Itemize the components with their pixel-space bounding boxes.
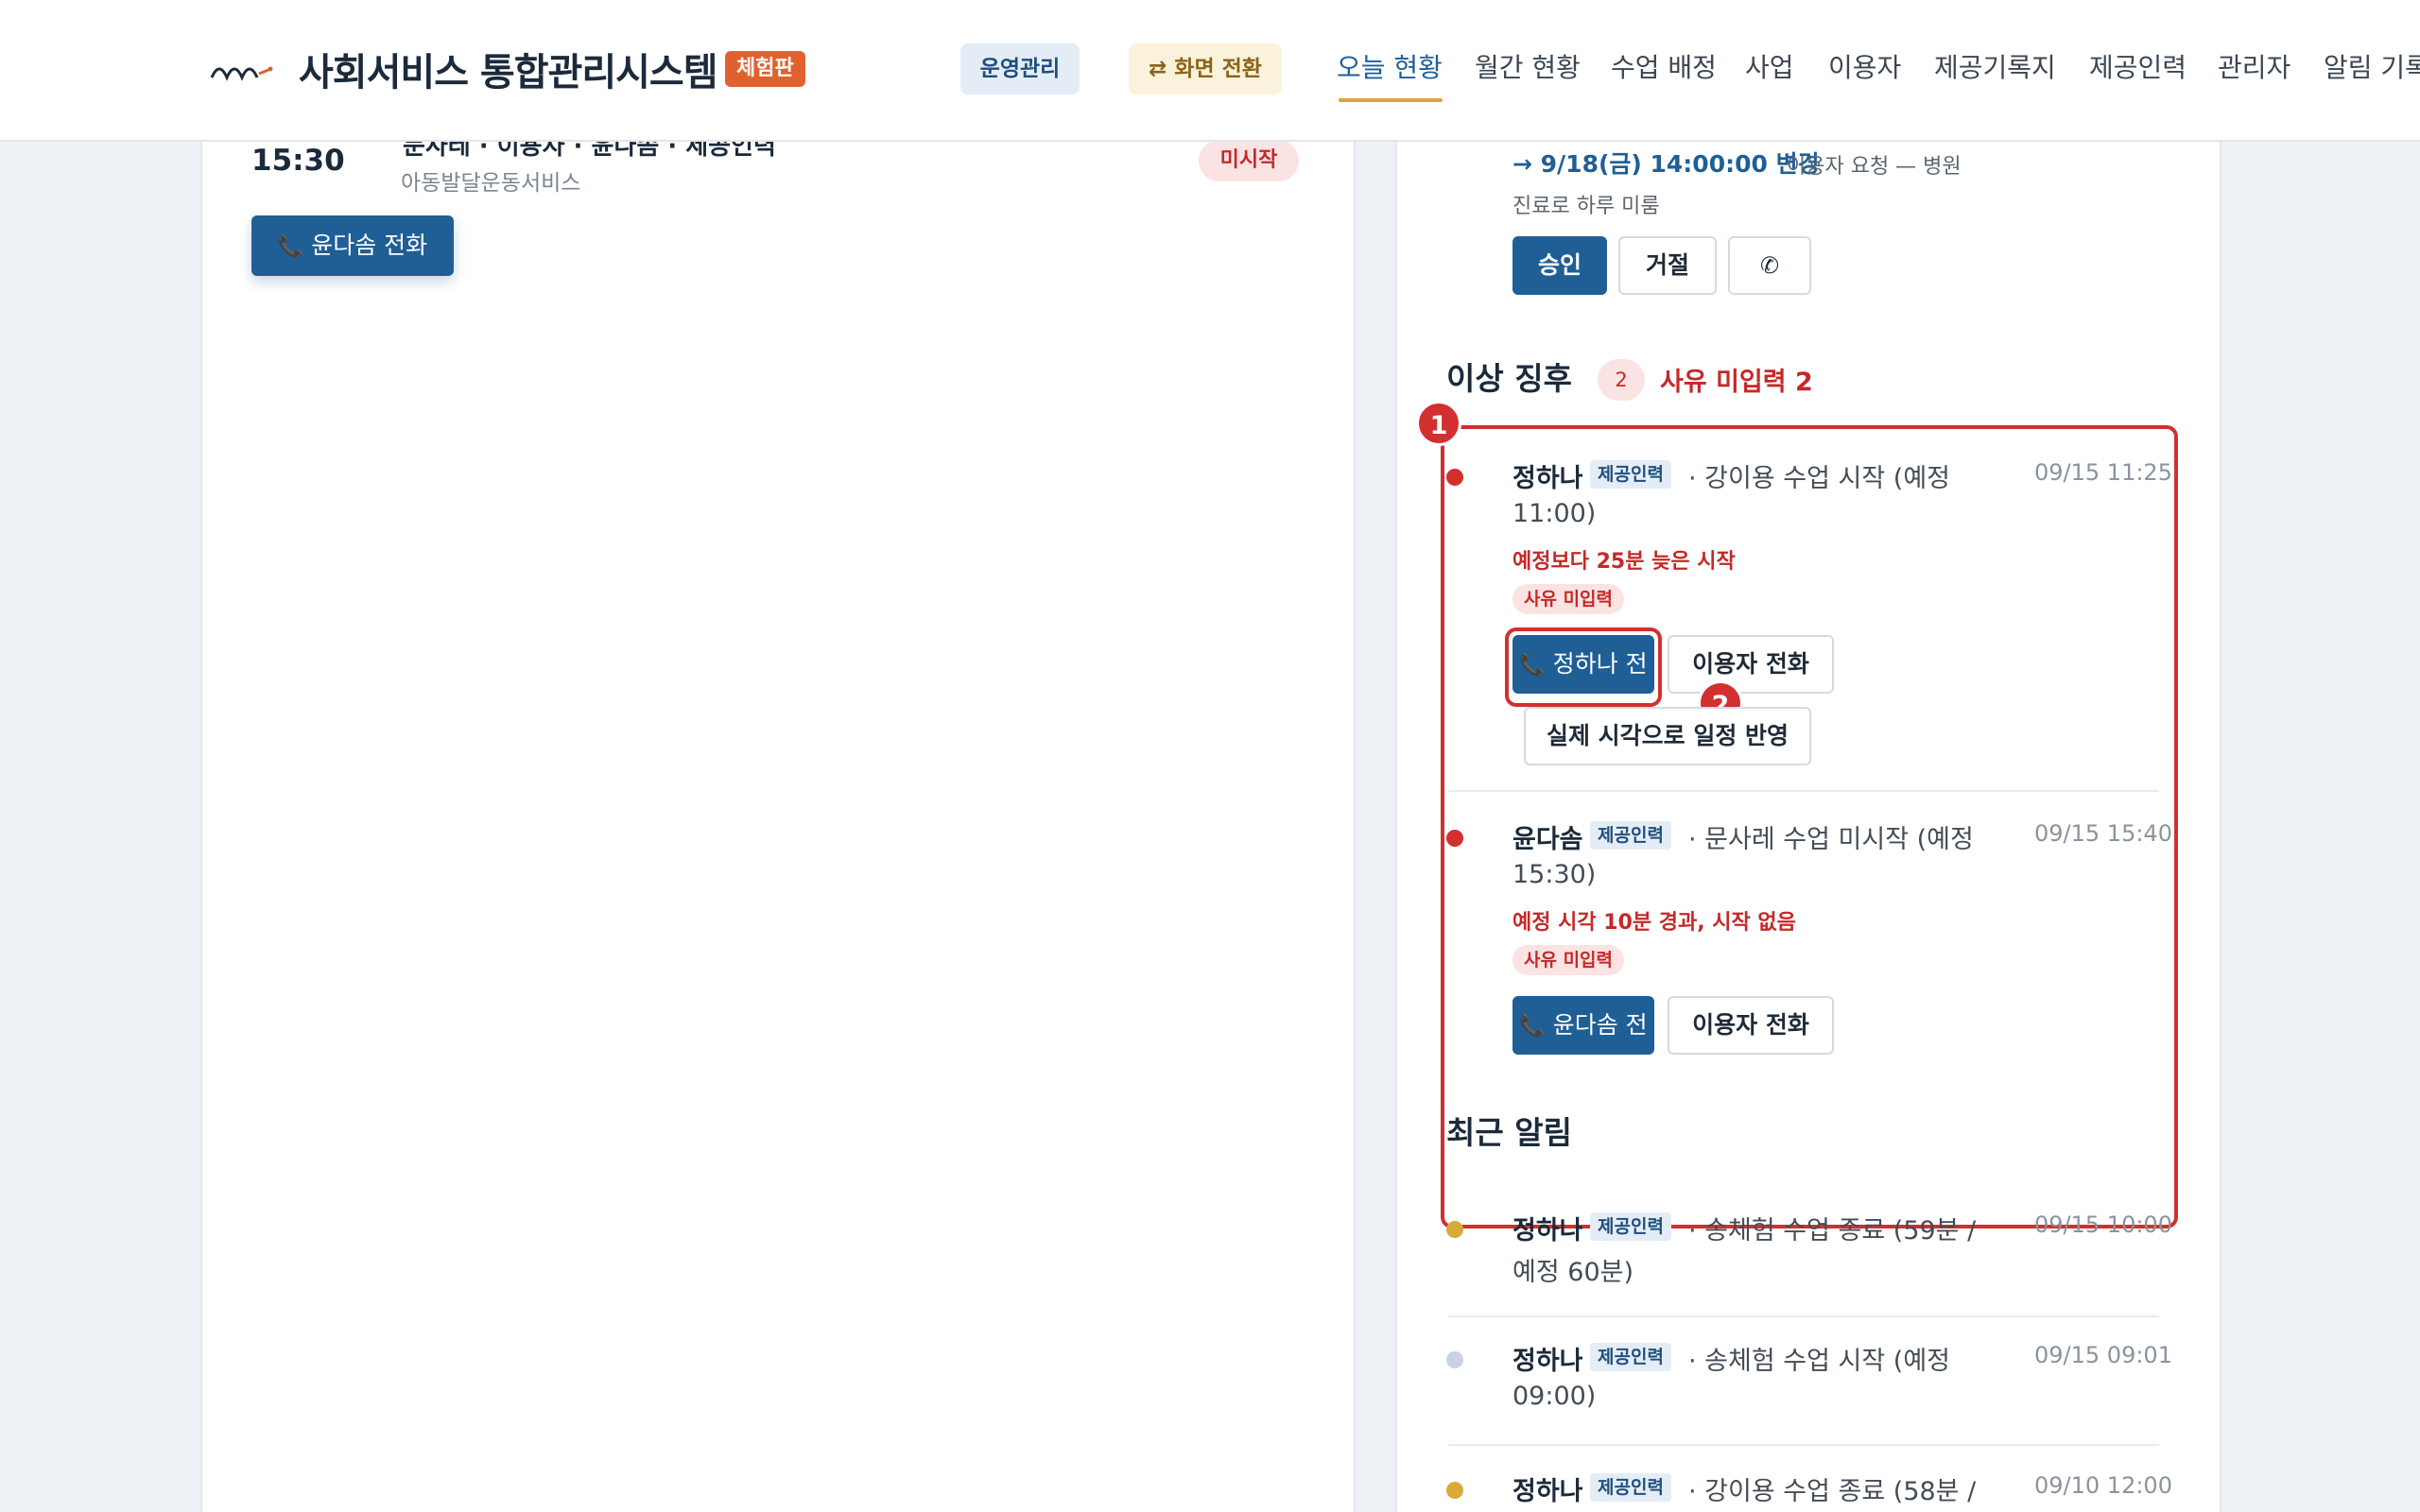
alert-dot bbox=[1446, 1482, 1463, 1499]
divider bbox=[1448, 1315, 2159, 1317]
role-tag: 제공인력 bbox=[1590, 1473, 1671, 1502]
alert-dot bbox=[1446, 830, 1463, 847]
phone-icon: ✆ bbox=[1759, 252, 1780, 279]
side-panel: → 9/18(금) 14:00:00 변경 이용자 요청 — 병원 진료로 하루… bbox=[1395, 140, 2221, 1512]
nav-assign[interactable]: 수업 배정 bbox=[1611, 47, 1717, 85]
anomaly-1-name: 정하나 bbox=[1512, 464, 1583, 493]
reason-missing-tag: 사유 미입력 bbox=[1512, 945, 1625, 975]
phone-icon: 📞 bbox=[1519, 1015, 1546, 1039]
status-badge: 미시작 bbox=[1199, 140, 1299, 181]
change-request-text: → 9/18(금) 14:00:00 변경 bbox=[1512, 150, 1820, 178]
role-tag: 제공인력 bbox=[1590, 821, 1671, 850]
nav-providers[interactable]: 제공인력 bbox=[2089, 47, 2187, 85]
anomaly-2-call-provider-button[interactable]: 📞 윤다솜 전화 bbox=[1512, 996, 1654, 1099]
anomaly-1-time: 09/15 11:25 bbox=[2034, 459, 2172, 486]
divider bbox=[1448, 790, 2159, 792]
recent-3-desc-line1: · 강이용 수업 종료 (58분 / bbox=[1688, 1477, 1977, 1506]
anomaly-1-call-provider-button[interactable]: 📞 정하나 전화 bbox=[1512, 635, 1654, 738]
reason-missing-tag: 사유 미입력 bbox=[1512, 584, 1625, 614]
role-tag: 제공인력 bbox=[1590, 1212, 1671, 1241]
brand-title: 사회서비스 통합관리시스템 bbox=[299, 51, 718, 94]
nav-today[interactable]: 오늘 현황 bbox=[1337, 47, 1443, 85]
call-provider-button[interactable]: 📞 윤다솜 전화 bbox=[251, 215, 454, 276]
role-tag: 제공인력 bbox=[1590, 460, 1671, 489]
change-reason-line2: 진료로 하루 미룸 bbox=[1512, 195, 1660, 218]
nav-records[interactable]: 제공기록지 bbox=[1934, 47, 2056, 85]
recent-2-desc-line1: · 송체험 수업 시작 (예정 bbox=[1688, 1347, 1951, 1376]
alert-dot bbox=[1446, 1221, 1463, 1238]
annotation-marker-1: 1 bbox=[1416, 401, 1461, 446]
anomaly-1-desc-line1: · 강이용 수업 시작 (예정 bbox=[1688, 464, 1951, 493]
recent-3-time: 09/10 12:00 bbox=[2034, 1472, 2172, 1499]
alert-dot bbox=[1446, 469, 1463, 486]
anomalies-count-badge: 2 bbox=[1598, 359, 1645, 401]
switch-view-button[interactable]: ⇄ 화면 전환 bbox=[1129, 43, 1282, 94]
recent-2-desc-line2: 09:00) bbox=[1512, 1382, 1597, 1411]
change-reason-line1: 이용자 요청 — 병원 bbox=[1787, 155, 1962, 179]
anomaly-1-warning: 예정보다 25분 늦은 시작 bbox=[1512, 550, 1736, 574]
session-title-partial: 문사레 · 이용자 · 윤다솜 · 제공인력 bbox=[403, 140, 776, 159]
apply-actual-time-button[interactable]: 실제 시각으로 일정 반영 bbox=[1524, 707, 1811, 765]
recent-alerts-title: 최근 알림 bbox=[1446, 1114, 1572, 1151]
approve-button[interactable]: 승인 bbox=[1512, 236, 1607, 295]
anomaly-2-name: 윤다솜 bbox=[1512, 825, 1583, 854]
schedule-panel: 문사레 · 이용자 · 윤다솜 · 제공인력 15:30 아동발달운동서비스 미… bbox=[200, 140, 1356, 1512]
recent-1-time: 09/15 10:00 bbox=[2034, 1211, 2172, 1238]
trial-badge: 체험판 bbox=[725, 51, 805, 87]
nav-admin[interactable]: 관리자 bbox=[2218, 47, 2290, 85]
anomaly-1-desc-line2: 11:00) bbox=[1512, 499, 1597, 528]
recent-1-desc-line2: 예정 60분) bbox=[1512, 1258, 1634, 1287]
anomaly-2-desc-line1: · 문사레 수업 미시작 (예정 bbox=[1688, 825, 1974, 854]
nav-active-indicator bbox=[1339, 98, 1443, 102]
ops-button[interactable]: 운영관리 bbox=[960, 43, 1080, 94]
divider bbox=[1448, 1444, 2159, 1446]
missing-reason-count: 사유 미입력 2 bbox=[1660, 368, 1813, 397]
anomaly-2-time: 09/15 15:40 bbox=[2034, 820, 2172, 847]
recent-2-time: 09/15 09:01 bbox=[2034, 1342, 2172, 1368]
call-button[interactable]: ✆ bbox=[1728, 236, 1811, 295]
phone-icon: 📞 bbox=[1519, 654, 1546, 678]
anomalies-title: 이상 징후 bbox=[1446, 360, 1572, 397]
reject-button[interactable]: 거절 bbox=[1618, 236, 1717, 295]
recent-1-desc-line1: · 송체험 수업 종료 (59분 / bbox=[1688, 1216, 1977, 1246]
recent-3-name: 정하나 bbox=[1512, 1477, 1583, 1506]
recent-2-name: 정하나 bbox=[1512, 1347, 1583, 1376]
recent-1-name: 정하나 bbox=[1512, 1216, 1583, 1246]
nav-monthly[interactable]: 월간 현황 bbox=[1475, 47, 1581, 85]
session-service: 아동발달운동서비스 bbox=[401, 171, 581, 196]
logo-icon bbox=[210, 66, 273, 81]
anomaly-1-call-user-button[interactable]: 이용자 전화 bbox=[1668, 635, 1834, 694]
role-tag: 제공인력 bbox=[1590, 1343, 1671, 1371]
top-header: 사회서비스 통합관리시스템 체험판 운영관리 ⇄ 화면 전환 오늘 현황 월간 … bbox=[0, 0, 2420, 142]
anomaly-2-warning: 예정 시각 10분 경과, 시작 없음 bbox=[1512, 911, 1796, 935]
session-time: 15:30 bbox=[251, 144, 345, 178]
anomaly-2-desc-line2: 15:30) bbox=[1512, 860, 1597, 889]
nav-business[interactable]: 사업 bbox=[1745, 47, 1794, 85]
nav-alerts[interactable]: 알림 기록 bbox=[2324, 47, 2420, 85]
anomaly-2-call-user-button[interactable]: 이용자 전화 bbox=[1668, 996, 1834, 1055]
alert-dot bbox=[1446, 1351, 1463, 1368]
phone-icon: 📞 bbox=[277, 235, 304, 259]
nav-users[interactable]: 이용자 bbox=[1828, 47, 1901, 85]
